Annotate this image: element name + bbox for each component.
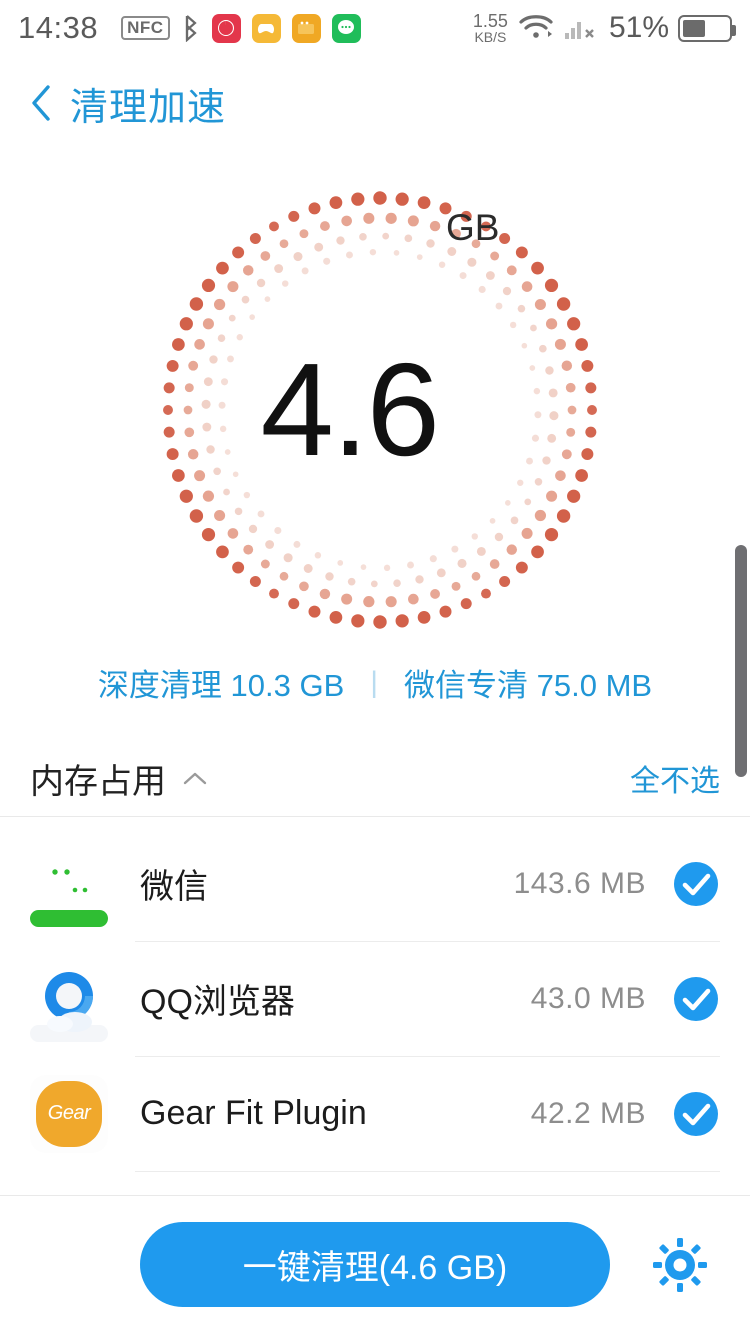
red-app-icon [211, 13, 241, 43]
status-bar: 14:38 NFC 1.55 KB/S 51% [0, 0, 750, 56]
bluetooth-icon [181, 14, 201, 43]
deep-clean-link[interactable]: 深度清理 10.3 GB [98, 660, 344, 705]
status-clock: 14:38 [18, 10, 99, 45]
app-size: 43.0 MB [530, 981, 646, 1015]
wifi-icon [517, 11, 555, 46]
chat-app-icon [331, 13, 361, 43]
app-size: 42.2 MB [530, 1096, 646, 1130]
bottom-action-bar: 一键清理(4.6 GB) [0, 1196, 750, 1333]
one-tap-clean-button[interactable]: 一键清理(4.6 GB) [140, 1222, 610, 1307]
divider [0, 816, 750, 817]
battery-icon [678, 14, 736, 42]
table-row[interactable]: QQ浏览器 43.0 MB [0, 941, 750, 1056]
dial-center-readout: 4.6 GB [155, 185, 605, 635]
status-bar-left: 14:38 NFC [18, 10, 361, 46]
page-title: 清理加速 [70, 86, 227, 129]
section-title: 内存占用 [30, 762, 166, 801]
network-rate-value: 1.55 [472, 11, 508, 31]
status-bar-right: 1.55 KB/S 51% [473, 11, 736, 46]
app-name: QQ浏览器 [140, 983, 295, 1021]
gear-fit-icon: Gear [30, 1074, 108, 1153]
battery-percent: 51% [608, 11, 669, 44]
deselect-all-button[interactable]: 全不选 [630, 756, 720, 800]
cellular-signal-icon [564, 11, 598, 46]
table-row[interactable]: Gear Gear Fit Plugin 42.2 MB [0, 1056, 750, 1171]
chevron-up-icon[interactable] [182, 770, 208, 786]
nav-bar: 清理加速 [0, 70, 750, 136]
summary-separator: | [370, 665, 379, 699]
wallet-icon [291, 13, 321, 43]
gear-fit-icon-label: Gear [36, 1080, 102, 1147]
app-name: 微信 [140, 868, 208, 906]
app-name: Gear Fit Plugin [140, 1094, 367, 1132]
chevron-left-icon[interactable] [28, 83, 54, 123]
checkbox-checked[interactable] [672, 860, 720, 908]
checkbox-checked[interactable] [672, 975, 720, 1023]
checkbox-checked[interactable] [672, 1090, 720, 1138]
game-controller-icon [251, 13, 281, 43]
qq-browser-icon [30, 960, 108, 1042]
wechat-icon [30, 845, 108, 927]
nfc-icon: NFC [121, 16, 170, 40]
dial-value: 4.6 [260, 336, 440, 483]
divider [135, 1171, 720, 1172]
vertical-scrollbar-thumb[interactable] [735, 545, 747, 777]
memory-section-header: 内存占用 全不选 [0, 740, 750, 816]
network-rate-unit: KB/S [474, 29, 507, 45]
network-rate: 1.55 KB/S [473, 12, 508, 44]
app-size: 143.6 MB [513, 866, 646, 900]
summary-links: 深度清理 10.3 GB | 微信专清 75.0 MB [0, 660, 750, 705]
storage-dial: 4.6 GB [155, 185, 605, 635]
battery-fill [683, 19, 706, 37]
gear-settings-icon[interactable] [652, 1237, 708, 1293]
table-row[interactable]: 微信 143.6 MB [0, 826, 750, 941]
dial-unit: GB [446, 207, 500, 248]
wechat-clean-link[interactable]: 微信专清 75.0 MB [404, 660, 652, 705]
